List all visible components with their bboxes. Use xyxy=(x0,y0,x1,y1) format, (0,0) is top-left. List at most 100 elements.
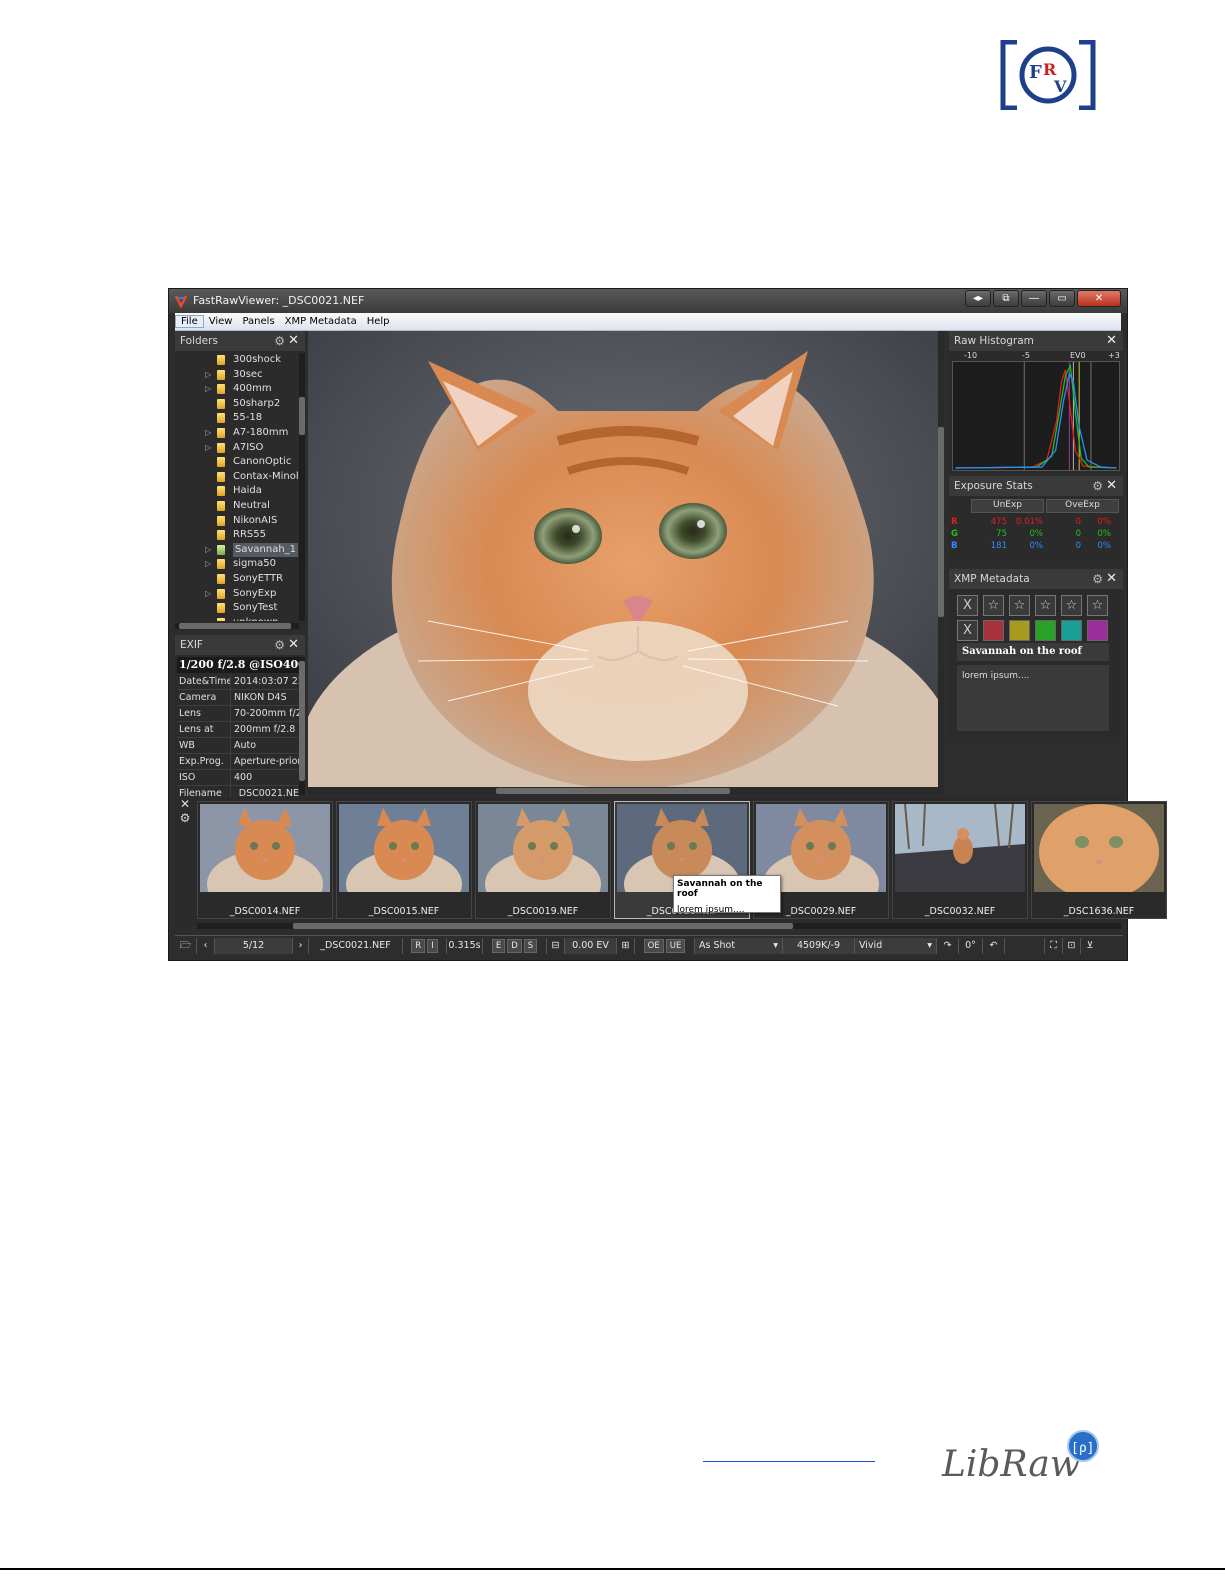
folder-item[interactable]: ▷ 400mm xyxy=(175,382,299,397)
ev-value[interactable]: 0.00 EV xyxy=(565,937,617,954)
reject-rating-button[interactable]: X xyxy=(957,595,978,616)
open-folder-icon[interactable]: 🗁 xyxy=(175,937,197,954)
folder-item[interactable]: Contax-Minolt xyxy=(175,470,299,485)
thumbnail[interactable]: _DSC1636.NEF xyxy=(1031,801,1167,919)
folder-item[interactable]: ▷ A7-180mm xyxy=(175,426,299,441)
expand-arrow-icon[interactable]: ▷ xyxy=(205,557,211,572)
next-icon[interactable]: › xyxy=(293,937,309,954)
folders-scrollbar[interactable] xyxy=(299,353,305,621)
rotate-right-icon[interactable]: ↷ xyxy=(937,937,959,954)
folders-scrollbar-thumb[interactable] xyxy=(299,397,305,435)
close-icon[interactable]: ✕ xyxy=(288,637,299,652)
folders-hscrollbar[interactable] xyxy=(175,623,299,629)
thumbnail[interactable]: _DSC0019.NEF xyxy=(475,801,611,919)
gear-icon[interactable]: ⚙ xyxy=(175,811,195,825)
folder-item[interactable]: RRS55 xyxy=(175,528,299,543)
color-label-swatch[interactable] xyxy=(1035,620,1056,641)
folder-item[interactable]: ▷ SonyExp xyxy=(175,587,299,602)
color-label-swatch[interactable] xyxy=(1087,620,1108,641)
underexposure-chip[interactable]: UE xyxy=(665,938,686,953)
minus-ev-icon[interactable]: ⊟ xyxy=(547,937,565,954)
menu-xmp-metadata[interactable]: XMP Metadata xyxy=(280,316,362,327)
color-label-swatch[interactable] xyxy=(1009,620,1030,641)
folder-item[interactable]: Neutral xyxy=(175,499,299,514)
image-mode-chip[interactable]: I xyxy=(427,938,438,953)
folder-item[interactable]: unknown xyxy=(175,616,299,621)
folder-item[interactable]: 50sharp2 xyxy=(175,397,299,412)
folder-item[interactable]: Haida xyxy=(175,484,299,499)
white-balance-select[interactable]: As Shot ▾ xyxy=(695,937,783,954)
viewer-vscrollbar-thumb[interactable] xyxy=(938,427,944,617)
thumbnail[interactable]: _DSC0032.NEF xyxy=(892,801,1028,919)
folder-item[interactable]: SonyETTR xyxy=(175,572,299,587)
detach-button[interactable]: ⧉ xyxy=(993,290,1019,307)
folder-item[interactable]: ▷ 30sec xyxy=(175,368,299,383)
maximize-button[interactable]: ▭ xyxy=(1049,290,1075,307)
e-chip[interactable]: E xyxy=(491,938,506,953)
close-icon[interactable]: ✕ xyxy=(175,797,195,811)
expand-arrow-icon[interactable]: ▷ xyxy=(205,543,211,558)
overexposure-chip[interactable]: OE xyxy=(643,938,664,953)
thumbnail[interactable]: _DSC0015.NEF xyxy=(336,801,472,919)
footer-link-underline[interactable] xyxy=(703,1461,875,1462)
gear-icon[interactable]: ⚙ xyxy=(1092,572,1103,586)
folder-item[interactable]: ▷ Savannah_1 xyxy=(175,542,299,558)
expand-arrow-icon[interactable]: ▷ xyxy=(205,587,211,602)
filmstrip-scrollbar-thumb[interactable] xyxy=(293,923,793,929)
swap-panels-button[interactable]: ◂▸ xyxy=(965,290,991,307)
fit-window-icon[interactable]: ⊡ xyxy=(1063,937,1081,954)
expand-arrow-icon[interactable]: ▷ xyxy=(205,426,211,441)
menu-file[interactable]: File xyxy=(175,315,204,328)
color-label-swatch[interactable] xyxy=(1061,620,1082,641)
menu-help[interactable]: Help xyxy=(362,316,395,327)
exif-scrollbar[interactable] xyxy=(299,657,305,795)
expand-arrow-icon[interactable]: ▷ xyxy=(205,368,211,383)
viewer-vscrollbar[interactable] xyxy=(938,331,944,787)
raw-mode-chip[interactable]: R xyxy=(411,938,426,953)
star-icon[interactable]: ☆ xyxy=(1035,595,1056,616)
expand-arrow-icon[interactable]: ▷ xyxy=(205,382,211,397)
d-chip[interactable]: D xyxy=(507,938,522,953)
folder-item[interactable]: ▷ A7ISO xyxy=(175,441,299,456)
xmp-description-field[interactable]: lorem ipsum.... xyxy=(957,665,1109,731)
filmstrip-scrollbar[interactable] xyxy=(197,923,1121,929)
star-icon[interactable]: ☆ xyxy=(983,595,1004,616)
picture-style-select[interactable]: Vivid ▾ xyxy=(855,937,937,954)
menu-panels[interactable]: Panels xyxy=(237,316,279,327)
xmp-title-field[interactable]: Savannah on the roof xyxy=(957,643,1109,661)
menu-view[interactable]: View xyxy=(204,316,238,327)
star-icon[interactable]: ☆ xyxy=(1009,595,1030,616)
plus-ev-icon[interactable]: ⊞ xyxy=(617,937,635,954)
s-chip[interactable]: S xyxy=(523,938,538,953)
gear-icon[interactable]: ⚙ xyxy=(274,334,285,348)
folder-item[interactable]: SonyTest xyxy=(175,601,299,616)
clear-color-label-button[interactable]: X xyxy=(957,620,978,641)
close-button[interactable]: ✕ xyxy=(1077,290,1121,307)
gear-icon[interactable]: ⚙ xyxy=(1092,479,1103,493)
image-viewer[interactable] xyxy=(308,331,944,789)
folder-item[interactable]: NikonAIS xyxy=(175,514,299,529)
exif-scrollbar-thumb[interactable] xyxy=(299,661,305,781)
viewer-hscrollbar-thumb[interactable] xyxy=(496,788,730,794)
close-icon[interactable]: ✕ xyxy=(1106,478,1117,493)
thumbnail[interactable]: _DSC0014.NEF xyxy=(197,801,333,919)
fullscreen-icon[interactable]: ⛶ xyxy=(1045,937,1063,954)
folders-hscrollbar-thumb[interactable] xyxy=(179,623,291,629)
viewer-hscrollbar[interactable] xyxy=(308,787,944,795)
close-icon[interactable]: ✕ xyxy=(1106,571,1117,586)
expand-arrow-icon[interactable]: ▷ xyxy=(205,441,211,456)
gear-icon[interactable]: ⚙ xyxy=(274,638,285,652)
folder-item[interactable]: ▷ sigma50 xyxy=(175,557,299,572)
close-icon[interactable]: ✕ xyxy=(288,333,299,348)
folder-item[interactable]: 55-18 xyxy=(175,411,299,426)
rotate-left-icon[interactable]: ↶ xyxy=(983,937,1005,954)
color-label-swatch[interactable] xyxy=(983,620,1004,641)
folder-item[interactable]: 300shock xyxy=(175,353,299,368)
minimize-button[interactable]: — xyxy=(1021,290,1047,307)
close-icon[interactable]: ✕ xyxy=(1106,333,1117,348)
star-icon[interactable]: ☆ xyxy=(1087,595,1108,616)
star-icon[interactable]: ☆ xyxy=(1061,595,1082,616)
prev-icon[interactable]: ‹ xyxy=(197,937,215,954)
layout-icon[interactable]: ⊻ xyxy=(1081,938,1099,954)
folder-item[interactable]: CanonOptic xyxy=(175,455,299,470)
